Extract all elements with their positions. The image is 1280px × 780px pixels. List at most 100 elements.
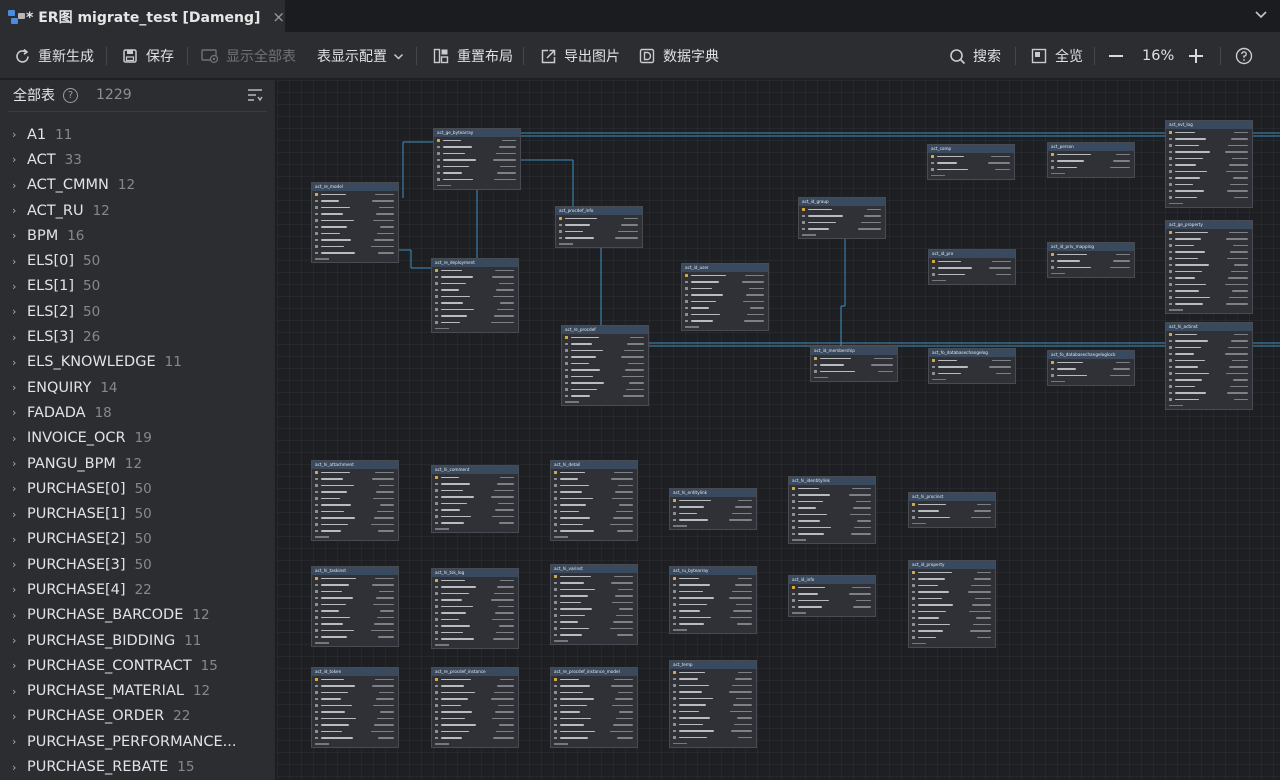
entity-table[interactable]: act_hi_tsk_log [431, 568, 519, 649]
entity-table[interactable]: act_id_pro [928, 249, 1016, 285]
entity-table[interactable]: act_fo_databasechangelog [928, 348, 1016, 384]
entity-table[interactable]: act_procdef_info [555, 206, 643, 248]
entity-table[interactable]: act_re_procdef [561, 325, 649, 406]
chevron-right-icon[interactable]: › [12, 685, 27, 698]
table-group-item[interactable]: › PANGU_BPM 12 [0, 451, 275, 476]
chevron-right-icon[interactable]: › [12, 255, 27, 268]
chevron-right-icon[interactable]: › [12, 609, 27, 622]
table-group-item[interactable]: › PURCHASE_BIDDING 11 [0, 628, 275, 653]
table-group-item[interactable]: › FADADA 18 [0, 400, 275, 425]
entity-table[interactable]: act_re_procdef_instance [431, 667, 519, 748]
table-group-item[interactable]: › ACT_RU 12 [0, 198, 275, 223]
table-group-item[interactable]: › PURCHASE_REBATE 15 [0, 754, 275, 779]
regenerate-button[interactable]: 重新生成 [13, 33, 94, 79]
entity-table[interactable]: act_id_token [311, 667, 399, 748]
tab-er-diagram[interactable]: * ER图 migrate_test [Dameng] × [0, 0, 285, 33]
help-icon[interactable]: ? [63, 87, 78, 103]
chevron-right-icon[interactable]: › [12, 128, 27, 141]
table-group-item[interactable]: › BPM 16 [0, 223, 275, 248]
entity-table[interactable]: act_hi_taskinst [311, 566, 399, 647]
entity-table[interactable]: act_id_membership [810, 346, 898, 382]
relayout-button[interactable]: 重置布局 [432, 33, 513, 79]
chevron-right-icon[interactable]: › [12, 331, 27, 344]
entity-table[interactable]: act_hi_actinst [1165, 322, 1253, 410]
chevron-right-icon[interactable]: › [12, 508, 27, 521]
chevron-right-icon[interactable]: › [12, 153, 27, 166]
table-group-item[interactable]: › PURCHASE[2] 50 [0, 527, 275, 552]
entity-table[interactable]: act_hi_entitylink [669, 488, 757, 530]
entity-table[interactable]: act_evt_log [1165, 120, 1253, 208]
chevron-right-icon[interactable]: › [12, 634, 27, 647]
table-group-item[interactable]: › ELS_KNOWLEDGE 11 [0, 350, 275, 375]
table-group-item[interactable]: › PURCHASE[4] 22 [0, 577, 275, 602]
entity-table[interactable]: act_id_user [681, 263, 769, 331]
table-group-item[interactable]: › ELS[3] 26 [0, 324, 275, 349]
entity-table[interactable]: act_id_priv_mapping [1047, 242, 1135, 278]
entity-table[interactable]: act_person [1047, 142, 1135, 178]
table-group-item[interactable]: › PURCHASE_CONTRACT 15 [0, 653, 275, 678]
chevron-right-icon[interactable]: › [12, 406, 27, 419]
chevron-right-icon[interactable]: › [12, 659, 27, 672]
entity-table[interactable]: act_hi_detail [550, 460, 638, 541]
export-image-button[interactable]: 导出图片 [539, 33, 620, 79]
table-group-item[interactable]: › ELS[0] 50 [0, 248, 275, 273]
table-group-item[interactable]: › ACT_CMMN 12 [0, 173, 275, 198]
er-diagram-canvas[interactable]: act_ge_bytearray act_re_model act_procdef_… [277, 80, 1280, 780]
entity-table[interactable]: act_hi_identitylink [788, 476, 876, 544]
chevron-right-icon[interactable]: › [12, 179, 27, 192]
entity-table[interactable]: act_id_group [798, 197, 886, 239]
close-icon[interactable]: × [272, 8, 285, 26]
table-group-item[interactable]: › INVOICE_OCR 19 [0, 426, 275, 451]
table-group-item[interactable]: › ACT 33 [0, 147, 275, 172]
table-group-item[interactable]: › PURCHASE_MATERIAL 12 [0, 679, 275, 704]
zoom-out-button[interactable] [1107, 33, 1125, 79]
data-dictionary-button[interactable]: 数据字典 [638, 33, 719, 79]
filter-list-icon[interactable] [247, 88, 263, 102]
chevron-right-icon[interactable]: › [12, 305, 27, 318]
table-group-item[interactable]: › PURCHASE[0] 50 [0, 476, 275, 501]
chevron-right-icon[interactable]: › [12, 457, 27, 470]
entity-table[interactable]: act_temp [669, 660, 757, 748]
table-group-item[interactable]: › PURCHASE[1] 50 [0, 501, 275, 526]
entity-table[interactable]: act_hi_varinst [550, 564, 638, 645]
chevron-down-icon[interactable] [1254, 7, 1268, 21]
entity-table[interactable]: act_re_model [311, 182, 399, 263]
chevron-right-icon[interactable]: › [12, 432, 27, 445]
entity-table[interactable]: act_ru_bytearray [669, 566, 757, 634]
help-button[interactable] [1235, 33, 1253, 79]
full-view-button[interactable]: 全览 [1030, 33, 1083, 79]
table-group-item[interactable]: › A1 11 [0, 122, 275, 147]
entity-table[interactable]: act_id_property [908, 560, 996, 648]
chevron-right-icon[interactable]: › [12, 204, 27, 217]
entity-table[interactable]: act_comp [927, 144, 1015, 180]
chevron-right-icon[interactable]: › [12, 583, 27, 596]
chevron-right-icon[interactable]: › [12, 558, 27, 571]
search-button[interactable]: 搜索 [948, 33, 1001, 79]
entity-table[interactable]: act_ge_property [1165, 220, 1253, 314]
entity-table[interactable]: act_hi_attachment [311, 460, 399, 541]
chevron-right-icon[interactable]: › [12, 229, 27, 242]
table-group-item[interactable]: › PURCHASE[3] 50 [0, 552, 275, 577]
chevron-right-icon[interactable]: › [12, 761, 27, 774]
chevron-right-icon[interactable]: › [12, 533, 27, 546]
zoom-in-button[interactable] [1187, 33, 1205, 79]
chevron-right-icon[interactable]: › [12, 280, 27, 293]
save-button[interactable]: 保存 [121, 33, 174, 79]
table-group-item[interactable]: › ENQUIRY 14 [0, 375, 275, 400]
table-group-item[interactable]: › PURCHASE_ORDER 22 [0, 704, 275, 729]
entity-table[interactable]: act_ge_bytearray [433, 128, 521, 190]
chevron-right-icon[interactable]: › [12, 381, 27, 394]
chevron-right-icon[interactable]: › [12, 710, 27, 723]
table-display-config-dropdown[interactable]: 表显示配置 [317, 33, 404, 79]
entity-table[interactable]: act_hi_procinst [908, 492, 996, 528]
entity-table[interactable]: act_hi_comment [431, 465, 519, 533]
table-group-item[interactable]: › PURCHASE_PERFORMANCE... [0, 729, 275, 754]
entity-table[interactable]: act_id_info [788, 575, 876, 617]
table-group-item[interactable]: › PURCHASE_BARCODE 12 [0, 603, 275, 628]
table-group-item[interactable]: › ELS[2] 50 [0, 299, 275, 324]
entity-table[interactable]: act_fo_databasechangeloglock [1047, 350, 1135, 386]
entity-table[interactable]: act_re_deployment [431, 258, 519, 333]
chevron-right-icon[interactable]: › [12, 356, 27, 369]
entity-table[interactable]: act_re_procdef_instance_model [550, 667, 638, 748]
chevron-right-icon[interactable]: › [12, 735, 27, 748]
